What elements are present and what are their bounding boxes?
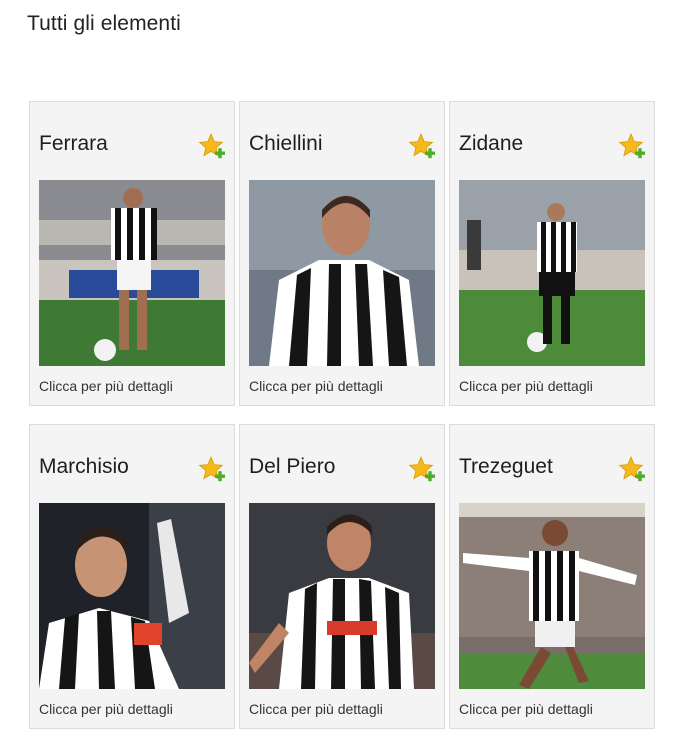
item-card-trezeguet[interactable]: Trezeguet Clicca per più dettagli: [449, 424, 655, 729]
star-plus-icon[interactable]: [408, 132, 436, 160]
card-title: Ferrara: [39, 132, 108, 155]
card-title: Marchisio: [39, 455, 129, 478]
item-card-del-piero[interactable]: Del Piero Clicca per più dettagli: [239, 424, 445, 729]
card-title: Del Piero: [249, 455, 336, 478]
player-photo: [249, 180, 435, 366]
card-caption: Clicca per più dettagli: [249, 701, 383, 717]
item-card-chiellini[interactable]: Chiellini Clicca per più dettagli: [239, 101, 445, 406]
item-card-ferrara[interactable]: Ferrara Clicca per più dettagli: [29, 101, 235, 406]
star-plus-icon[interactable]: [408, 455, 436, 483]
item-card-marchisio[interactable]: Marchisio Clicca per più dettagli: [29, 424, 235, 729]
card-caption: Clicca per più dettagli: [39, 378, 173, 394]
card-title: Chiellini: [249, 132, 323, 155]
card-title: Zidane: [459, 132, 524, 155]
player-photo: [459, 503, 645, 689]
player-photo: [39, 180, 225, 366]
star-plus-icon[interactable]: [618, 455, 646, 483]
player-photo: [459, 180, 645, 366]
star-plus-icon[interactable]: [198, 455, 226, 483]
card-caption: Clicca per più dettagli: [39, 701, 173, 717]
card-caption: Clicca per più dettagli: [459, 701, 593, 717]
items-grid: Ferrara Clicca per più dettagli Chiellin…: [29, 101, 656, 729]
card-caption: Clicca per più dettagli: [249, 378, 383, 394]
player-photo: [249, 503, 435, 689]
star-plus-icon[interactable]: [618, 132, 646, 160]
card-title: Trezeguet: [459, 455, 553, 478]
page-title: Tutti gli elementi: [27, 12, 181, 35]
card-caption: Clicca per più dettagli: [459, 378, 593, 394]
player-photo: [39, 503, 225, 689]
item-card-zidane[interactable]: Zidane Clicca per più dettagli: [449, 101, 655, 406]
star-plus-icon[interactable]: [198, 132, 226, 160]
